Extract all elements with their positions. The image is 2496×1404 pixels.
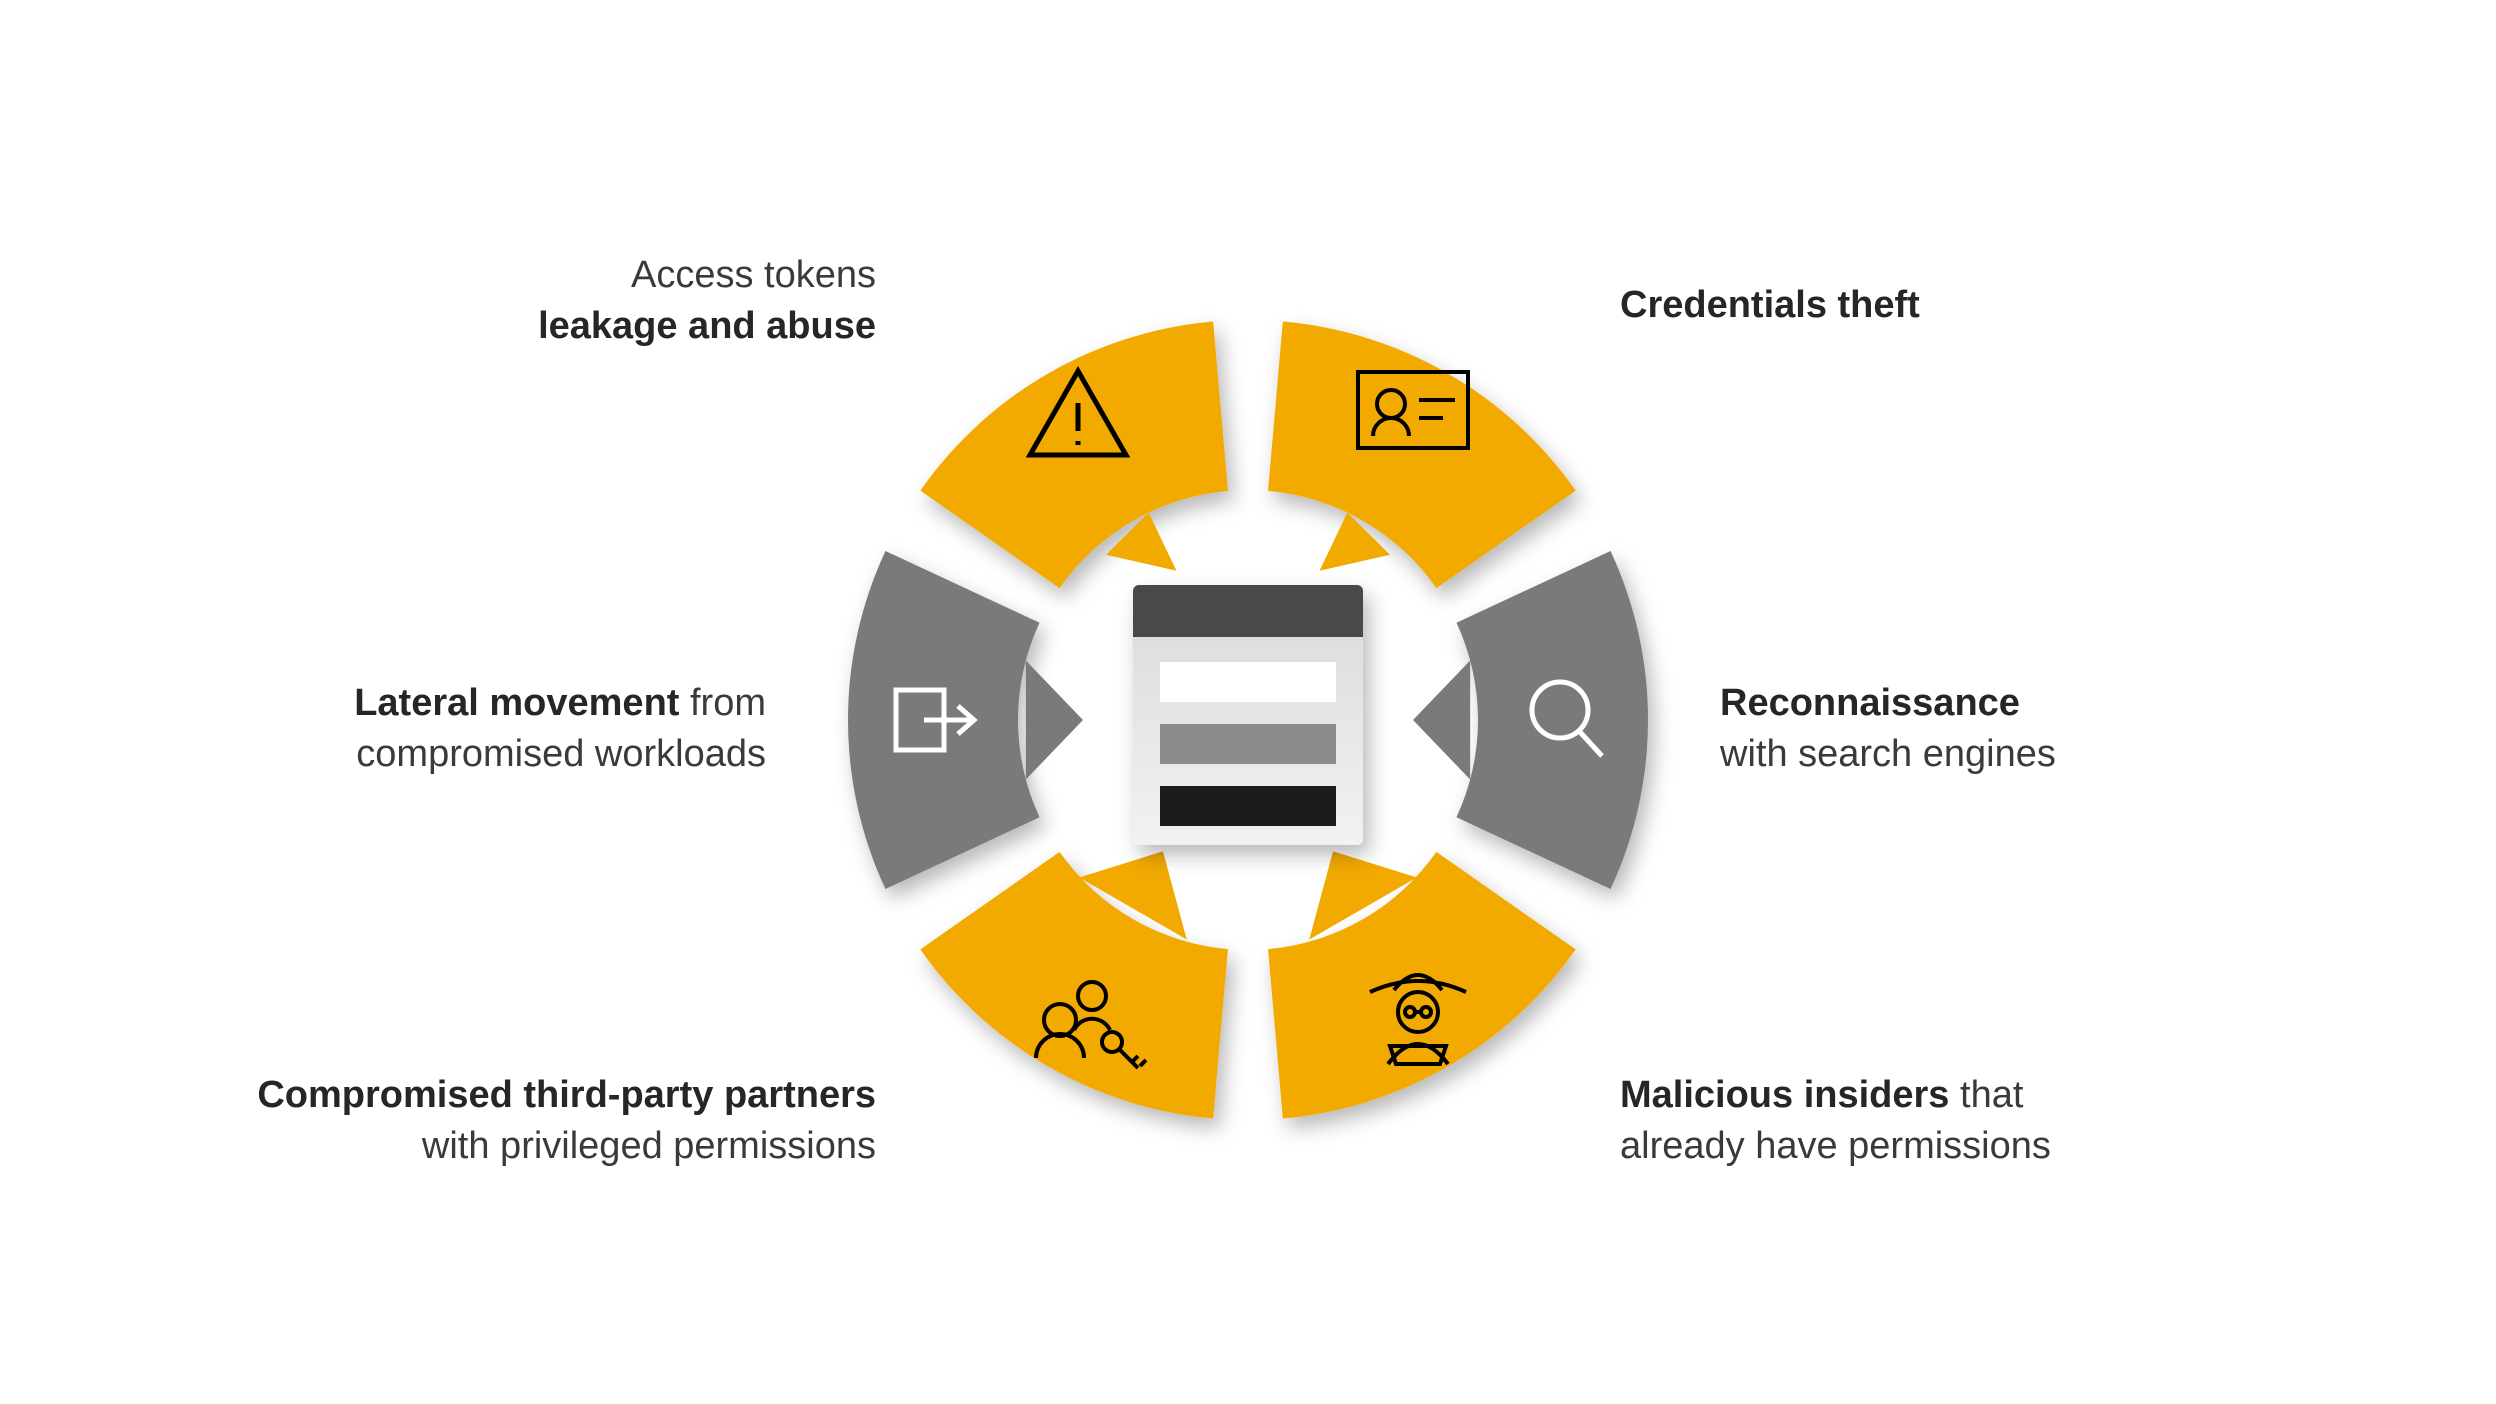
- segment-access-tokens: [920, 322, 1228, 589]
- segment-compromised-partners: [920, 851, 1228, 1118]
- label-malicious-insiders: Malicious insiders that already have per…: [1620, 1070, 2140, 1173]
- label-compromised-partners-bold: Compromised third-party partners: [257, 1074, 876, 1116]
- segment-credentials-theft: [1268, 322, 1576, 589]
- label-reconnaissance: Reconnaissance with search engines: [1720, 678, 2240, 781]
- ring: [848, 322, 1648, 1119]
- center-form-icon: [1133, 585, 1363, 845]
- label-credentials-theft: Credentials theft: [1620, 280, 2140, 331]
- label-access-tokens-plain: Access tokens: [631, 254, 876, 296]
- label-reconnaissance-plain: with search engines: [1720, 733, 2056, 775]
- label-reconnaissance-bold: Reconnaissance: [1720, 682, 2020, 724]
- label-lateral-movement-bold: Lateral movement: [354, 682, 679, 724]
- label-compromised-partners-plain: with privileged permissions: [422, 1125, 876, 1167]
- segment-lateral-movement: [848, 551, 1083, 889]
- label-malicious-insiders-bold: Malicious insiders: [1620, 1074, 1949, 1116]
- segment-malicious-insiders: [1268, 851, 1576, 1118]
- label-compromised-partners: Compromised third-party partners with pr…: [256, 1070, 876, 1173]
- label-lateral-movement: Lateral movement from compromised worklo…: [206, 678, 766, 781]
- segment-reconnaissance: [1413, 551, 1648, 889]
- label-access-tokens-bold: leakage and abuse: [538, 305, 876, 347]
- diagram-stage: Access tokens leakage and abuse Credenti…: [0, 0, 2496, 1404]
- label-access-tokens: Access tokens leakage and abuse: [356, 250, 876, 353]
- label-credentials-theft-bold: Credentials theft: [1620, 284, 1920, 326]
